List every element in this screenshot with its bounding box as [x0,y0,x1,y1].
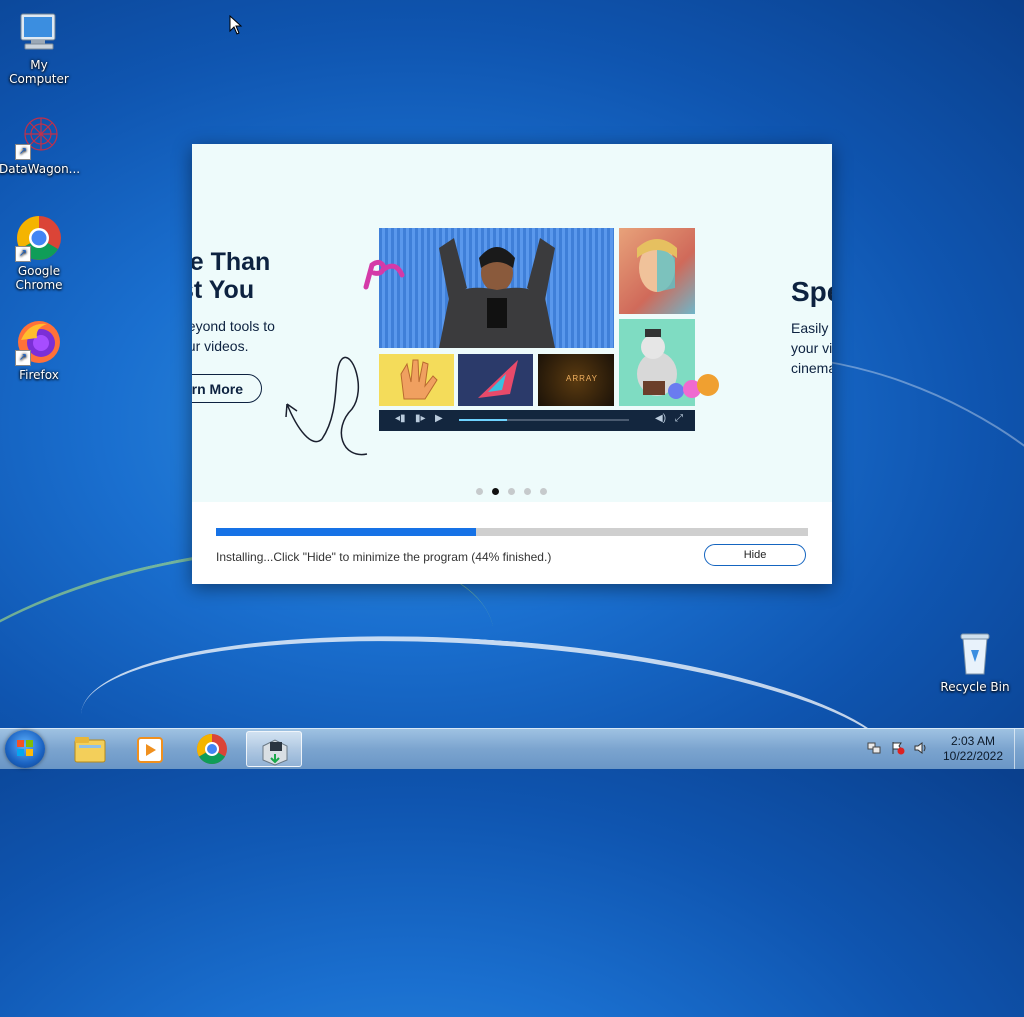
firefox-icon: ↗ [15,318,63,366]
install-progress-bar [216,528,808,536]
slide-text-line: Easily [791,320,829,336]
video-thumbnail-main [379,228,614,348]
slide-text: Easily your vi cinema [791,318,832,378]
desktop-icon-label: Recycle Bin [940,680,1010,694]
carousel-slide-previous: re Than st You beyond tools to our video… [192,248,275,356]
desktop-icon-datawagon[interactable]: ↗ DataWagon... [0,112,81,176]
desktop-icon-label: Google Chrome [15,264,63,292]
installer-icon [262,739,288,766]
feature-carousel[interactable]: re Than st You beyond tools to our video… [192,144,832,502]
desktop-icon-label: Firefox [19,368,59,382]
slide-heading: st You [192,276,255,304]
slide-text-line: beyond tools to [192,318,275,334]
media-player-icon [137,737,163,763]
carousel-pagination [476,488,547,495]
explorer-icon [74,737,106,763]
carousel-dot[interactable] [540,488,547,495]
video-player-controls: ◂▮ ▮▸ ▶ ◀) ⤢ [379,410,695,431]
mouse-cursor-icon [229,15,243,35]
carousel-slide-next: Spe Easily your vi cinema [791,276,832,378]
desktop-icon-my-computer[interactable]: My Computer [0,8,79,86]
install-status-text: Installing...Click "Hide" to minimize th… [216,550,552,564]
previous-frame-icon[interactable]: ◂▮ [395,413,406,424]
computer-icon [15,8,63,56]
taskbar: 2:03 AM 10/22/2022 [0,728,1024,769]
slide-heading: re Than [192,248,271,276]
datawagon-icon: ↗ [15,112,63,160]
windows-logo-icon [17,740,33,756]
video-thumbnail-face-paint [619,228,695,314]
desktop-icon-label: My Computer [9,58,69,86]
learn-more-button[interactable]: rn More [192,374,262,403]
slide-text-line: cinema [791,360,832,376]
slide-text-line: our videos. [192,338,249,354]
desktop-icon-label: DataWagon... [0,162,81,176]
slide-heading: Spe [791,276,832,307]
carousel-dot[interactable] [508,488,515,495]
chrome-icon: ↗ [15,214,63,262]
carousel-dot[interactable] [524,488,531,495]
play-icon[interactable]: ▶ [435,413,443,424]
install-progress-fill [216,528,477,536]
video-thumbnail-boat [458,354,533,406]
thumbnail-caption: ARRAY [566,374,598,383]
desktop-icon-firefox[interactable]: ↗ Firefox [0,318,79,382]
sticker-icon [668,374,719,399]
show-desktop-button[interactable] [1014,729,1024,769]
installer-window: re Than st You beyond tools to our video… [192,144,832,584]
decorative-arrow-icon [285,356,368,456]
action-center-flag-icon[interactable] [891,741,905,755]
desktop-icon-chrome[interactable]: ↗ Google Chrome [0,214,79,292]
playback-track[interactable] [459,419,629,421]
chrome-icon [196,734,227,765]
slide-text-line: your vi [791,340,832,356]
taskbar-explorer[interactable] [62,731,118,767]
carousel-dot-active[interactable] [492,488,499,495]
video-thumbnail-hand [379,354,454,406]
carousel-dot[interactable] [476,488,483,495]
video-thumbnail-array: ARRAY [538,354,614,406]
sticker-icon [363,259,405,290]
shortcut-arrow-icon: ↗ [15,350,31,366]
taskbar-chrome[interactable] [184,731,240,767]
network-icon[interactable] [867,741,881,755]
person-illustration [439,238,555,348]
taskbar-installer[interactable] [246,731,302,767]
shortcut-arrow-icon: ↗ [15,144,31,160]
volume-icon[interactable]: ◀) [655,413,666,424]
desktop-icon-recycle-bin[interactable]: Recycle Bin [935,630,1015,694]
clock-time: 2:03 AM [950,734,996,748]
hide-button[interactable]: Hide [704,544,806,566]
recycle-bin-icon [951,630,999,678]
fullscreen-icon[interactable]: ⤢ [675,413,683,424]
taskbar-media-player[interactable] [122,731,178,767]
shortcut-arrow-icon: ↗ [15,246,31,262]
next-frame-icon[interactable]: ▮▸ [415,413,426,424]
system-clock[interactable]: 2:03 AM 10/22/2022 [935,734,1011,764]
slide-text: beyond tools to our videos. [192,316,275,356]
clock-date: 10/22/2022 [942,749,1004,763]
start-button[interactable] [5,730,45,768]
playback-progress [459,419,507,421]
volume-icon[interactable] [914,741,928,755]
